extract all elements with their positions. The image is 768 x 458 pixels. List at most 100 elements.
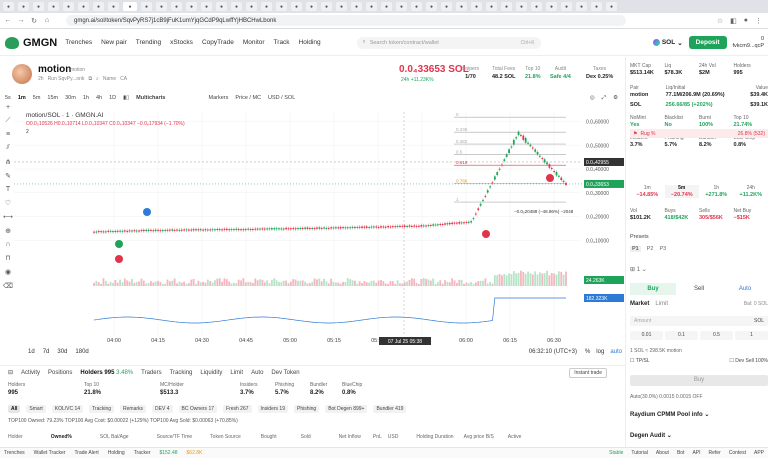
tab-dev-token[interactable]: Dev Token: [271, 370, 299, 376]
browser-tab[interactable]: ●: [78, 2, 89, 11]
url-input[interactable]: gmgn.ai/sol/token/SqvPyRS7j1cB9jFuK1umYj…: [66, 15, 626, 26]
candle-type-icon[interactable]: ▮▯: [123, 95, 129, 101]
heart-icon[interactable]: ♡: [5, 199, 11, 207]
col-sol-bal[interactable]: SOL Bal/Age: [100, 434, 129, 440]
status-about[interactable]: About: [656, 450, 669, 456]
browser-tab[interactable]: ●: [201, 2, 212, 11]
browser-tab[interactable]: ●: [471, 2, 482, 11]
nav-trenches[interactable]: Trenches: [65, 39, 92, 46]
browser-tab[interactable]: ●: [18, 2, 29, 11]
nav-holding[interactable]: Holding: [299, 39, 321, 46]
interval-1d[interactable]: 1D: [109, 95, 116, 101]
browser-tab[interactable]: ●: [501, 2, 512, 11]
browser-tab[interactable]: ●: [33, 2, 44, 11]
tpsl-checkbox[interactable]: ☐ TP/SL: [630, 358, 650, 364]
nav-xstocks[interactable]: xStocks: [170, 39, 193, 46]
interval-1m[interactable]: 1m: [18, 95, 26, 101]
status-tracker[interactable]: Tracker: [134, 450, 151, 456]
filter-tracking[interactable]: Tracking: [89, 405, 115, 413]
status-trenches[interactable]: Trenches: [4, 450, 25, 456]
nav-new-pair[interactable]: New pair: [101, 39, 127, 46]
menu-icon[interactable]: ⋮: [755, 17, 762, 25]
preset-amount-0.5[interactable]: 0.5: [700, 331, 733, 340]
extensions-icon[interactable]: ◧: [730, 17, 737, 25]
search-input[interactable]: ⌕ Search token/contract/wallet Ctrl+K: [356, 36, 541, 49]
browser-tab[interactable]: ●: [606, 2, 617, 11]
filter-dev[interactable]: DEV 4: [152, 405, 173, 413]
trendline-icon[interactable]: ⟋: [6, 117, 11, 125]
browser-tab[interactable]: ●: [63, 2, 74, 11]
scale-log[interactable]: log: [596, 349, 604, 355]
chart-legend-value[interactable]: 2: [26, 129, 185, 135]
range-7d[interactable]: 7d: [43, 349, 50, 355]
status-app[interactable]: APP: [754, 450, 764, 456]
filter-bundler[interactable]: Bundler 419: [373, 405, 407, 413]
status-tutorial[interactable]: Tutorial: [631, 450, 648, 456]
status-contest[interactable]: Contest: [729, 450, 746, 456]
browser-tab[interactable]: ●: [591, 2, 602, 11]
browser-tab[interactable]: ●: [48, 2, 59, 11]
trade-settings[interactable]: Auto(30.0%) 0.0015 0.0015 OFF: [630, 394, 703, 400]
price-chart[interactable]: 0.0₄60000 0.0₄50000 0.0₄40000 0.0₄30000 0.0₄…: [14, 104, 626, 346]
filter-bot-degen[interactable]: Bot Degen 899+: [325, 405, 368, 413]
degen-audit[interactable]: Degen Audit ⌄: [630, 432, 672, 439]
filter-remarks[interactable]: Remarks: [120, 405, 147, 413]
tab-tracking[interactable]: Tracking: [170, 370, 193, 376]
indicators-button[interactable]: Multicharts: [136, 95, 165, 101]
crosshair-icon[interactable]: +: [6, 104, 10, 111]
auto-tab[interactable]: Auto: [722, 283, 768, 295]
interval-15m[interactable]: 15m: [47, 95, 58, 101]
browser-tab[interactable]: ●: [171, 2, 182, 11]
browser-tab[interactable]: ●: [291, 2, 302, 11]
status-api[interactable]: API: [692, 450, 700, 456]
order-market[interactable]: Market: [630, 301, 649, 307]
lock-icon[interactable]: ⊓: [5, 254, 10, 262]
tf-5m[interactable]: 5m −20.74%: [664, 185, 699, 198]
status-trade-alert[interactable]: Trade Alert: [74, 450, 98, 456]
col-source-time[interactable]: Source/TF Time: [157, 434, 193, 440]
col-bought[interactable]: Bought: [261, 434, 277, 440]
browser-tab[interactable]: ●: [576, 2, 587, 11]
status-wallet-tracker[interactable]: Wallet Tracker: [34, 450, 66, 456]
nav-track[interactable]: Track: [274, 39, 290, 46]
deposit-button[interactable]: Deposit: [688, 36, 727, 49]
interval-30m[interactable]: 30m: [65, 95, 76, 101]
browser-tab[interactable]: ●: [531, 2, 542, 11]
eye-icon[interactable]: ◉: [5, 268, 11, 276]
order-limit[interactable]: Limit: [655, 301, 668, 307]
fib-icon[interactable]: ≡: [6, 131, 10, 138]
status-refer[interactable]: Refer: [709, 450, 721, 456]
tab-positions[interactable]: Positions: [48, 370, 72, 376]
stat-audit[interactable]: Audit Safe 4/4: [550, 66, 571, 80]
tab-activity[interactable]: Activity: [21, 370, 40, 376]
col-avg-price[interactable]: Avg price B/S: [464, 434, 494, 440]
interval-1h[interactable]: 1h: [83, 95, 89, 101]
ruler-icon[interactable]: ⟷: [3, 213, 13, 221]
col-usd[interactable]: USD: [388, 434, 399, 440]
browser-tab-active[interactable]: ●: [123, 2, 137, 11]
filter-kol-vc[interactable]: KOL/VC 14: [51, 405, 84, 413]
tf-1h[interactable]: 1h +271.8%: [699, 185, 734, 198]
search-icon[interactable]: ⌕: [96, 76, 99, 82]
tab-limit[interactable]: Limit: [230, 370, 243, 376]
brush-icon[interactable]: ✎: [5, 172, 11, 180]
buy-button[interactable]: Buy: [630, 375, 768, 386]
status-bot[interactable]: Bot: [677, 450, 685, 456]
browser-tab[interactable]: ●: [306, 2, 317, 11]
copy-icon[interactable]: ⧉: [88, 76, 92, 82]
sell-tab[interactable]: Sell: [676, 283, 722, 295]
preset-p1[interactable]: P1: [630, 246, 641, 252]
preset-amount-1[interactable]: 1: [735, 331, 768, 340]
browser-tab[interactable]: ●: [486, 2, 497, 11]
status-holding[interactable]: Holding: [108, 450, 125, 456]
filter-fresh[interactable]: Fresh 267: [223, 405, 252, 413]
zoom-icon[interactable]: ⊕: [5, 227, 11, 235]
browser-tab[interactable]: ●: [561, 2, 572, 11]
browser-tab[interactable]: ●: [216, 2, 227, 11]
col-pnl[interactable]: PnL: [373, 434, 382, 440]
preset-amount-0.01[interactable]: 0.01: [630, 331, 663, 340]
interval-4h[interactable]: 4h: [96, 95, 102, 101]
nav-trending[interactable]: Trending: [136, 39, 161, 46]
tab-liquidity[interactable]: Liquidity: [200, 370, 222, 376]
reload-icon[interactable]: ↻: [29, 17, 39, 25]
